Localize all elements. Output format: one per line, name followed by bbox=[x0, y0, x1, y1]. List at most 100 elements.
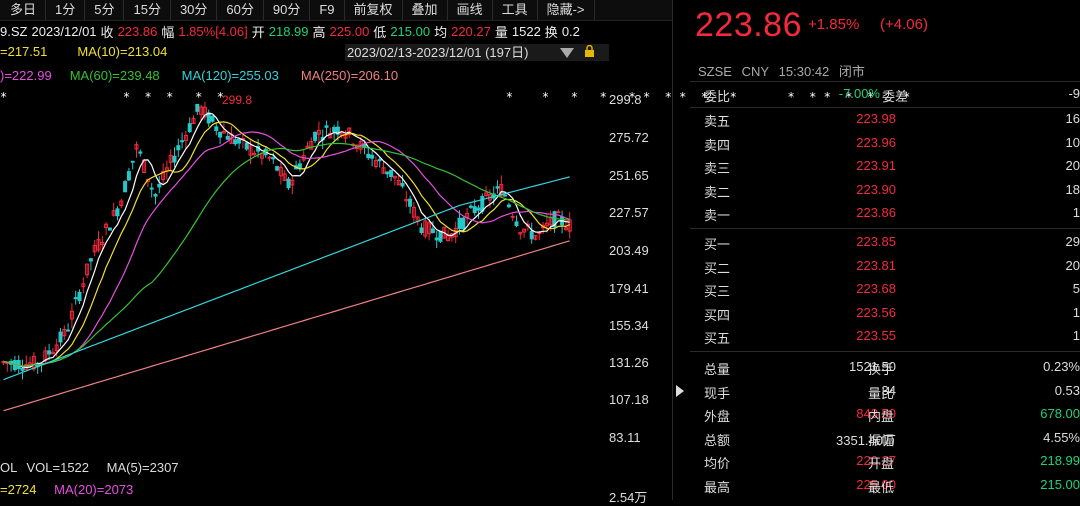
ask-label: 卖五 bbox=[704, 114, 731, 129]
stat-label-2: 换手 bbox=[868, 362, 895, 377]
stat-row: 总额 3351.40万 振幅 4.55% bbox=[690, 430, 1080, 450]
candle-body bbox=[430, 228, 435, 234]
ask-volume: 1 bbox=[1072, 205, 1080, 220]
candle-body bbox=[389, 169, 394, 178]
candle-body bbox=[366, 153, 371, 159]
candle-body bbox=[332, 126, 337, 133]
vol-ma20-label: MA(20)=2073 bbox=[54, 482, 134, 497]
bid-label: 买三 bbox=[704, 284, 731, 299]
bid-row: 买一 223.85 29 bbox=[690, 234, 1080, 254]
ask-row: 卖一 223.86 1 bbox=[690, 205, 1080, 225]
candle-body bbox=[187, 123, 192, 133]
candle-body bbox=[419, 227, 424, 233]
ask-price: 223.96 bbox=[856, 134, 896, 150]
divider bbox=[690, 81, 1080, 82]
order-ratio-row: 委比 -7.00% 委差 -9 bbox=[690, 86, 1080, 106]
candle-body bbox=[503, 194, 508, 197]
candle-body bbox=[107, 227, 112, 231]
ask-label: 卖一 bbox=[704, 208, 731, 223]
bid-price: 223.56 bbox=[856, 304, 896, 320]
exchange-label: SZSE bbox=[698, 64, 732, 79]
candle-body bbox=[461, 217, 466, 230]
bid-row: 买五 223.55 1 bbox=[690, 328, 1080, 348]
market-status: 闭市 bbox=[838, 64, 865, 79]
candle-body bbox=[495, 186, 500, 189]
stat-row: 外盘 843.50 内盘 678.00 bbox=[690, 406, 1080, 426]
stat-label-2: 开盘 bbox=[868, 456, 895, 471]
candle-body bbox=[47, 350, 52, 355]
bid-volume: 29 bbox=[1065, 234, 1080, 249]
stat-label: 最高 bbox=[704, 479, 731, 495]
bid-label: 买五 bbox=[704, 331, 731, 346]
candle-body bbox=[529, 230, 534, 240]
candle-body bbox=[400, 182, 405, 187]
ask-volume: 10 bbox=[1065, 134, 1080, 150]
ma5-line bbox=[3, 112, 570, 369]
divider bbox=[690, 351, 1080, 352]
price-axis-tick: 251.65 bbox=[609, 168, 649, 183]
stat-value-2: 218.99 bbox=[1040, 453, 1080, 468]
stat-label: 外盘 bbox=[704, 409, 731, 424]
volume-info-row-2: =2724 MA(20)=2073 bbox=[0, 482, 133, 497]
candle-body bbox=[556, 211, 561, 214]
candle-body bbox=[218, 131, 223, 138]
candle-body bbox=[214, 126, 219, 131]
candle-body bbox=[324, 125, 329, 128]
ask-label: 卖四 bbox=[704, 137, 731, 153]
bid-row: 买二 223.81 20 bbox=[690, 258, 1080, 278]
volume-info-row-1: OL VOL=1522 MA(5)=2307 bbox=[0, 460, 179, 475]
ma120-line bbox=[3, 176, 570, 381]
stat-label: 均价 bbox=[704, 456, 731, 471]
bid-label: 买四 bbox=[704, 307, 731, 323]
price-axis-tick: 2.54万 bbox=[609, 490, 648, 505]
last-price: 223.86 bbox=[695, 6, 802, 44]
wb-label: 委比 bbox=[704, 89, 731, 104]
bid-row: 买三 223.68 5 bbox=[690, 281, 1080, 301]
candle-body bbox=[506, 204, 511, 208]
price-axis-tick: 131.26 bbox=[609, 355, 649, 370]
bid-volume: 20 bbox=[1065, 257, 1080, 273]
candle-body bbox=[468, 205, 473, 208]
candle-body bbox=[157, 183, 162, 188]
stat-label-2: 量比 bbox=[868, 385, 895, 401]
price-axis-tick: 203.49 bbox=[609, 243, 649, 258]
ask-price: 223.86 bbox=[856, 205, 896, 220]
ma10-line bbox=[3, 121, 570, 367]
stat-value-2: 0.53 bbox=[1054, 382, 1080, 398]
candle-body bbox=[130, 160, 135, 163]
wc-label: 委差 bbox=[882, 89, 909, 104]
candle-body bbox=[225, 135, 230, 140]
ask-row: 卖五 223.98 16 bbox=[690, 111, 1080, 131]
stat-label: 总量 bbox=[704, 362, 731, 377]
kline-chart[interactable] bbox=[0, 0, 672, 500]
candle-body bbox=[385, 171, 390, 175]
candle-body bbox=[126, 171, 131, 181]
candle-body bbox=[149, 187, 154, 190]
ask-row: 卖三 223.91 20 bbox=[690, 158, 1080, 178]
expand-arrow-icon[interactable] bbox=[676, 385, 684, 397]
vol-ma10-label: =2724 bbox=[0, 482, 37, 497]
bid-volume: 1 bbox=[1072, 328, 1080, 343]
bid-label: 买一 bbox=[704, 237, 731, 252]
stat-label-2: 振幅 bbox=[868, 432, 895, 448]
stat-row: 现手 34 量比 0.53 bbox=[690, 383, 1080, 403]
stat-label: 总额 bbox=[704, 432, 731, 448]
price-axis-tick: 83.11 bbox=[609, 430, 641, 445]
stat-row: 均价 220.27 开盘 218.99 bbox=[690, 453, 1080, 473]
stat-value-2: 678.00 bbox=[1040, 406, 1080, 421]
candle-body bbox=[176, 145, 181, 151]
stat-value-2: 4.55% bbox=[1043, 429, 1080, 445]
candle-body bbox=[233, 139, 238, 145]
ask-label: 卖三 bbox=[704, 161, 731, 176]
price-axis-tick: 275.72 bbox=[609, 130, 649, 145]
candle-body bbox=[115, 208, 120, 217]
ask-label: 卖二 bbox=[704, 184, 731, 200]
candle-body bbox=[408, 198, 413, 207]
panel-divider bbox=[672, 0, 673, 500]
candle-body bbox=[237, 138, 242, 144]
ask-volume: 18 bbox=[1065, 181, 1080, 197]
ask-price: 223.91 bbox=[856, 158, 896, 173]
candle-body bbox=[537, 232, 542, 235]
bid-volume: 1 bbox=[1072, 304, 1080, 320]
candle-body bbox=[210, 115, 215, 122]
